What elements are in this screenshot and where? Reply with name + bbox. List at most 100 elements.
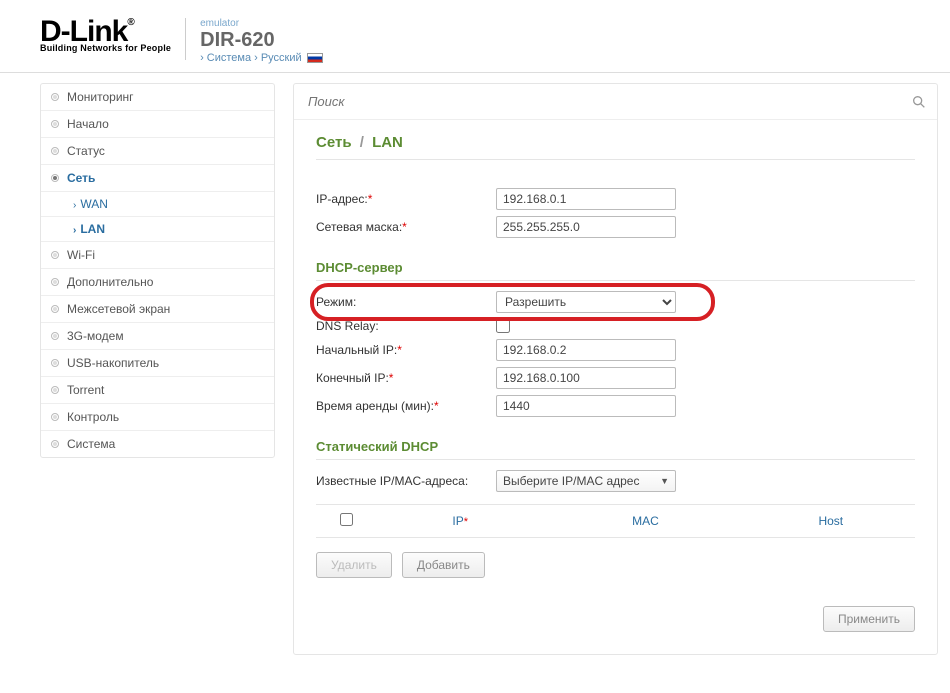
sidebar-subitem-label: LAN [80,222,105,236]
apply-button[interactable]: Применить [823,606,915,632]
sidebar-item-system[interactable]: Система [41,431,274,457]
row-mask: Сетевая маска:* [316,216,915,238]
th-host[interactable]: Host [747,514,915,528]
bullet-icon [51,359,59,367]
row-end-ip: Конечный IP:* [316,367,915,389]
chevron-right-icon: › [254,52,258,64]
content-panel: Сеть / LAN IP-адрес:* Сетевая маска:* DH… [293,83,938,655]
page-title: Сеть / LAN [316,134,915,160]
sidebar-item-advanced[interactable]: Дополнительно [41,269,274,296]
search-input[interactable] [304,90,911,113]
crumb-system[interactable]: Система [207,52,251,64]
label-text: Конечный IP: [316,371,389,385]
sidebar-item-label: Межсетевой экран [67,302,170,316]
sidebar-item-control[interactable]: Контроль [41,404,274,431]
label-mask: Сетевая маска:* [316,220,496,234]
th-label: IP [452,514,463,528]
logo-tagline: Building Networks for People [40,43,171,53]
sidebar-subitem-label: WAN [80,197,108,211]
static-table-header: IP* MAC Host [316,504,915,538]
sidebar-item-torrent[interactable]: Torrent [41,377,274,404]
footer-buttons: Применить [316,606,915,632]
required-icon: * [389,371,394,385]
mode-select[interactable]: Разрешить [496,291,676,313]
sidebar-item-label: Дополнительно [67,275,153,289]
lease-field[interactable] [496,395,676,417]
end-ip-field[interactable] [496,367,676,389]
select-all-checkbox[interactable] [340,513,353,526]
chevron-right-icon: › [200,52,204,64]
dns-relay-checkbox[interactable] [496,319,510,333]
row-start-ip: Начальный IP:* [316,339,915,361]
th-checkbox [316,513,376,529]
sidebar-item-network[interactable]: Сеть [41,165,274,192]
model-box: emulator DIR-620 ›Система ›Русский [200,18,323,64]
sidebar-item-wifi[interactable]: Wi-Fi [41,242,274,269]
sidebar-item-start[interactable]: Начало [41,111,274,138]
bullet-icon [51,93,59,101]
row-ip: IP-адрес:* [316,188,915,210]
slash-icon: / [360,134,364,151]
divider [185,18,186,60]
chevron-right-icon: › [73,200,76,211]
sidebar-item-label: Wi-Fi [67,248,95,262]
label-mode: Режим: [316,295,496,309]
chevron-right-icon: › [73,225,76,236]
label-known: Известные IP/MAC-адреса: [316,474,496,488]
model-name: DIR-620 [200,29,323,52]
logo-text: D-Link® [40,18,171,45]
row-mode: Режим: Разрешить [316,291,915,313]
bullet-icon [51,278,59,286]
crumb-lang[interactable]: Русский [261,52,302,64]
label-text: Время аренды (мин): [316,399,434,413]
label-text: IP-адрес: [316,192,368,206]
label-text: Начальный IP: [316,343,397,357]
sidebar-item-3g[interactable]: 3G-модем [41,323,274,350]
label-ip: IP-адрес:* [316,192,496,206]
label-end-ip: Конечный IP:* [316,371,496,385]
required-icon: * [434,399,439,413]
bullet-icon [51,332,59,340]
header: D-Link® Building Networks for People emu… [0,0,950,73]
crumb-part-net: Сеть [316,134,352,151]
sidebar-item-label: Контроль [67,410,119,424]
bullet-icon [51,174,59,182]
sidebar-item-label: Сеть [67,171,95,185]
flag-ru-icon[interactable] [307,53,323,63]
start-ip-field[interactable] [496,339,676,361]
add-button[interactable]: Добавить [402,552,485,578]
bullet-icon [51,147,59,155]
ip-field[interactable] [496,188,676,210]
sidebar-item-label: Начало [67,117,109,131]
bullet-icon [51,386,59,394]
sidebar-item-label: 3G-модем [67,329,124,343]
required-icon: * [402,220,407,234]
th-ip[interactable]: IP* [376,514,544,528]
known-select[interactable]: Выберите IP/MAC адрес ▼ [496,470,676,492]
sidebar-item-label: Система [67,437,115,451]
mask-field[interactable] [496,216,676,238]
th-mac[interactable]: MAC [544,514,746,528]
label-start-ip: Начальный IP:* [316,343,496,357]
sidebar-subitem-lan[interactable]: › LAN [41,217,274,242]
required-icon: * [464,516,468,528]
delete-button[interactable]: Удалить [316,552,392,578]
section-dhcp: DHCP-сервер [316,260,915,281]
crumb-part-lan: LAN [372,134,403,151]
label-dns: DNS Relay: [316,319,496,333]
sidebar-item-status[interactable]: Статус [41,138,274,165]
bullet-icon [51,251,59,259]
sidebar-subitem-wan[interactable]: › WAN [41,192,274,217]
row-dns: DNS Relay: [316,319,915,333]
bullet-icon [51,305,59,313]
sidebar-item-firewall[interactable]: Межсетевой экран [41,296,274,323]
sidebar-item-monitoring[interactable]: Мониторинг [41,84,274,111]
row-known: Известные IP/MAC-адреса: Выберите IP/MAC… [316,470,915,492]
label-text: Сетевая маска: [316,220,402,234]
sidebar: Мониторинг Начало Статус Сеть ›WAN ›LAN … [40,83,275,458]
bullet-icon [51,413,59,421]
sidebar-item-usb[interactable]: USB-накопитель [41,350,274,377]
required-icon: * [397,343,402,357]
sidebar-item-label: Статус [67,144,105,158]
search-icon[interactable] [911,94,927,110]
